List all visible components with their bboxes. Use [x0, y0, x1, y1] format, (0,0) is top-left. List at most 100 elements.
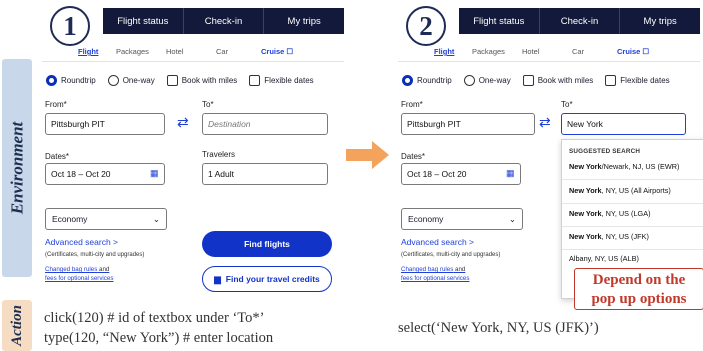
panel-step-1: 1 Flight status Check-in My trips Flight… [42, 0, 344, 298]
nav-check-in[interactable]: Check-in [182, 8, 264, 34]
bag-rules-text: Changed bag rules and fees for optional s… [45, 265, 113, 283]
suggestion-rest: , NY, US (All Airports) [601, 186, 671, 195]
suggestion-rest: /Newark, NJ, US (EWR) [601, 162, 680, 171]
suggestion-rest: , NY, US (LGA) [601, 209, 651, 218]
suggestion-rest: Albany, NY, US (ALB) [569, 254, 639, 263]
next-step-arrow-icon [346, 141, 389, 169]
calendar-icon[interactable]: ▦ [150, 168, 159, 179]
from-field[interactable]: Pittsburgh PIT [401, 113, 535, 135]
from-label: From* [45, 100, 67, 109]
flexible-label: Flexible dates [264, 75, 314, 85]
cabin-select[interactable]: Economy ⌄ [401, 208, 523, 230]
suggestion-jfk[interactable]: New York, NY, US (JFK) [569, 232, 649, 241]
calendar-icon[interactable]: ▦ [506, 168, 515, 179]
step-1-badge: 1 [50, 6, 90, 46]
tab-cruise[interactable]: Cruise ☐ [617, 47, 649, 56]
nav-flight-status[interactable]: Flight status [103, 8, 183, 34]
tab-packages[interactable]: Packages [116, 47, 149, 56]
fees-link[interactable]: fees for optional services [401, 275, 469, 282]
fees-link[interactable]: fees for optional services [45, 275, 113, 282]
cabin-select[interactable]: Economy ⌄ [45, 208, 167, 230]
trip-type-options: Roundtrip One-way Book with miles Flexib… [46, 72, 344, 88]
checkbox-icon [605, 74, 617, 86]
dates-label: Dates* [401, 152, 426, 161]
travel-credits-label: Find your travel credits [225, 274, 320, 284]
tab-hotel[interactable]: Hotel [166, 47, 184, 56]
action-label: Action [8, 305, 25, 346]
cabin-value: Economy [408, 214, 444, 224]
advanced-note: (Certificates, multi-city and upgrades) [45, 252, 145, 258]
suggestion-match: New York [569, 186, 602, 195]
oneway-radio[interactable]: One-way [107, 74, 155, 86]
tab-car[interactable]: Car [216, 47, 228, 56]
flexible-checkbox[interactable]: Flexible dates [605, 74, 670, 86]
chevron-down-icon: ⌄ [508, 213, 516, 224]
to-label: To* [561, 100, 573, 109]
advanced-search-link[interactable]: Advanced search > [45, 237, 118, 247]
swap-icon[interactable]: ⇄ [539, 114, 551, 131]
step-1-actions: click(120) # id of textbox under ‘To*’ t… [44, 308, 273, 348]
step-2-action: select(‘New York, NY, US (JFK)’) [398, 320, 599, 336]
suggestion-alb[interactable]: Albany, NY, US (ALB) [569, 254, 639, 263]
divider [562, 203, 703, 204]
miles-checkbox[interactable]: Book with miles [522, 74, 593, 86]
to-field[interactable]: New York [561, 113, 686, 135]
dates-value: Oct 18 – Oct 20 [51, 169, 111, 179]
flexible-label: Flexible dates [620, 75, 670, 85]
tab-cruise[interactable]: Cruise ☐ [261, 47, 293, 56]
bag-rules-link[interactable]: Changed bag rules [45, 266, 97, 273]
suggestion-ewr[interactable]: New York/Newark, NJ, US (EWR) [569, 162, 679, 171]
radio-selected-icon [46, 74, 57, 86]
nav-flight-status[interactable]: Flight status [459, 8, 539, 34]
step-1-action-click: click(120) # id of textbox under ‘To*’ [44, 310, 265, 326]
top-nav: Flight status Check-in My trips [459, 8, 700, 34]
action-band: Action [2, 300, 32, 351]
dates-value: Oct 18 – Oct 20 [407, 169, 467, 179]
callout-line-1: Depend on the [592, 272, 686, 288]
dates-label: Dates* [45, 152, 70, 161]
booking-tabs: Flight Packages Hotel Car Cruise ☐ [42, 44, 344, 62]
to-field[interactable]: Destination [202, 113, 328, 135]
dates-field[interactable]: Oct 18 – Oct 20 [45, 163, 165, 185]
environment-band: Environment [2, 59, 32, 277]
find-flights-button[interactable]: Find flights [202, 231, 332, 257]
step-1-action-type: type(120, “New York”) # enter location [44, 330, 274, 346]
suggested-search-header: SUGGESTED SEARCH [569, 148, 641, 155]
tab-hotel[interactable]: Hotel [522, 47, 540, 56]
flexible-checkbox[interactable]: Flexible dates [249, 74, 314, 86]
booking-tabs: Flight Packages Hotel Car Cruise ☐ [398, 44, 700, 62]
oneway-radio[interactable]: One-way [463, 74, 511, 86]
to-label: To* [202, 100, 214, 109]
travel-credits-button[interactable]: ▆ Find your travel credits [202, 266, 332, 292]
nav-check-in[interactable]: Check-in [538, 8, 620, 34]
cabin-value: Economy [52, 214, 88, 224]
nav-my-trips[interactable]: My trips [263, 8, 344, 34]
from-label: From* [401, 100, 423, 109]
tab-flight[interactable]: Flight [434, 47, 454, 56]
callout-line-2: pop up options [591, 291, 687, 307]
top-nav: Flight status Check-in My trips [103, 8, 344, 34]
oneway-label: One-way [122, 75, 155, 85]
from-field[interactable]: Pittsburgh PIT [45, 113, 165, 135]
swap-icon[interactable]: ⇄ [177, 114, 189, 131]
miles-label: Book with miles [181, 75, 238, 85]
tab-car[interactable]: Car [572, 47, 584, 56]
suggestion-rest: , NY, US (JFK) [601, 232, 649, 241]
ticket-icon: ▆ [214, 273, 221, 284]
advanced-search-link[interactable]: Advanced search > [401, 237, 474, 247]
suggestion-all-airports[interactable]: New York, NY, US (All Airports) [569, 186, 671, 195]
bag-rules-link[interactable]: Changed bag rules [401, 266, 453, 273]
environment-label: Environment [7, 121, 26, 215]
divider [562, 226, 703, 227]
advanced-note: (Certificates, multi-city and upgrades) [401, 252, 501, 258]
suggestion-lga[interactable]: New York, NY, US (LGA) [569, 209, 651, 218]
tab-flight[interactable]: Flight [78, 47, 98, 56]
dates-field[interactable]: Oct 18 – Oct 20 [401, 163, 521, 185]
checkbox-icon [249, 74, 261, 86]
miles-checkbox[interactable]: Book with miles [166, 74, 238, 86]
travelers-field[interactable]: 1 Adult [202, 163, 328, 185]
roundtrip-radio[interactable]: Roundtrip [46, 74, 96, 86]
tab-packages[interactable]: Packages [472, 47, 505, 56]
nav-my-trips[interactable]: My trips [619, 8, 700, 34]
roundtrip-radio[interactable]: Roundtrip [402, 74, 452, 86]
